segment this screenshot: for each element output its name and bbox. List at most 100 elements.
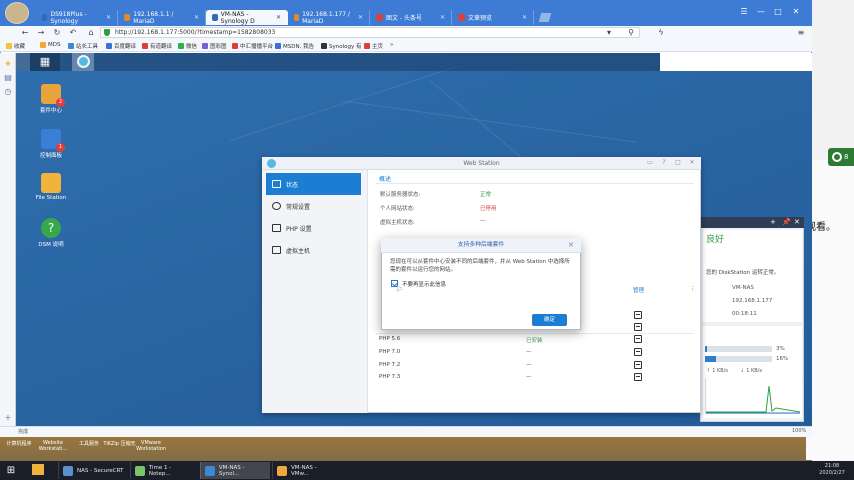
dropdown-icon[interactable]: ▾ (604, 27, 614, 39)
bookmark-more[interactable]: » (390, 42, 393, 48)
notification-badge: 1 (56, 143, 65, 152)
toolbar-menu-icon[interactable]: ≡ (796, 27, 806, 39)
pin-icon[interactable]: 📌 (782, 218, 791, 226)
desktop-shortcut[interactable]: Website Workstati... (36, 440, 70, 452)
synology-icon (42, 14, 48, 21)
tab-mariadb-2[interactable]: 192.168.1.177 / MariaD ✕ (288, 10, 370, 25)
nav-php-settings[interactable]: PHP 设置 (266, 217, 361, 239)
desktop-icon-package-center[interactable]: 2 套件中心 (21, 84, 81, 114)
manage-icon[interactable] (634, 335, 642, 343)
ok-button[interactable]: 确定 (532, 314, 567, 326)
windows-start-icon[interactable]: ⊞ (2, 462, 20, 479)
tab-vm-nas[interactable]: VM-NAS - Synology D ✕ (206, 10, 288, 25)
browser-sidebar (0, 53, 16, 426)
tab-label: 文章预览 (468, 15, 493, 22)
close-window-button[interactable]: ✕ (790, 6, 802, 18)
taskbar-webstation-button[interactable] (72, 53, 94, 71)
tab-toutiao[interactable]: 图文 - 头条号 ✕ (370, 10, 452, 25)
column-menu-icon[interactable]: ⋮ (690, 286, 696, 292)
bookmark-wechat[interactable]: 微信 (178, 42, 197, 50)
home-icon[interactable]: ⌂ (86, 27, 96, 39)
show-desktop-button[interactable] (16, 53, 30, 71)
close-icon[interactable]: ✕ (190, 14, 199, 21)
bookmark-webmaster[interactable]: 站长工具 (68, 42, 98, 50)
back-icon[interactable]: ← (20, 27, 30, 39)
nav-virtual-host[interactable]: 虚拟主机 (266, 239, 361, 261)
bookmark-msdn[interactable]: MSDN, 我告 (275, 42, 314, 50)
forward-icon[interactable]: → (36, 27, 46, 39)
history-icon[interactable]: ◷ (4, 88, 12, 96)
tab-preview[interactable]: 文章预览 ✕ (452, 10, 534, 25)
clock-date: 2020/2/27 (819, 470, 845, 476)
browser-statusbar (0, 426, 812, 437)
desktop-icon-dsm-help[interactable]: ? DSM 说明 (21, 218, 81, 248)
nav-general-settings[interactable]: 常规设置 (266, 195, 361, 217)
health-message: 您的 DiskStation 运转正常。 (706, 270, 780, 276)
add-widget-icon[interactable]: + (770, 218, 776, 226)
divider (376, 183, 694, 184)
maximize-icon[interactable]: □ (674, 159, 682, 167)
manage-icon[interactable] (634, 361, 642, 369)
bookmark-youdao[interactable]: 有道翻译 (142, 42, 172, 50)
gear-icon (272, 202, 281, 210)
minimize-button[interactable]: — (755, 6, 767, 18)
bookmark-images[interactable]: 图彩图 (202, 42, 227, 50)
manage-icon[interactable] (634, 373, 642, 381)
bookmark-favorites[interactable]: 收藏 (6, 42, 25, 50)
network-badge[interactable]: 8 (828, 148, 854, 166)
desktop-shortcut[interactable]: VMware Workstation (134, 440, 168, 452)
code-icon (272, 224, 281, 232)
close-icon[interactable]: ✕ (688, 159, 696, 167)
profile-avatar[interactable] (5, 2, 29, 24)
manage-icon[interactable] (634, 348, 642, 356)
nav-status[interactable]: 状态 (266, 173, 361, 195)
nav-label: PHP 设置 (286, 225, 312, 233)
tab-ds918plus[interactable]: DS918Plus - Synology ✕ (36, 10, 118, 25)
close-icon[interactable]: ✕ (272, 14, 281, 21)
background-page (806, 160, 854, 460)
help-icon[interactable]: ? (660, 159, 668, 167)
close-icon[interactable]: ✕ (518, 14, 527, 21)
maximize-button[interactable]: □ (772, 6, 784, 18)
manage-icon[interactable] (634, 311, 642, 319)
refresh-icon[interactable]: ↻ (52, 27, 62, 39)
close-icon[interactable]: × (566, 240, 576, 250)
task-vm-nas-browser[interactable]: VM-NAS - Synol... (200, 462, 270, 479)
download-series-line (706, 385, 801, 413)
bookmark-broadcast[interactable]: 中汇播播平台 (232, 42, 273, 50)
list-icon[interactable]: ▤ (4, 74, 12, 82)
star-icon[interactable]: ★ (4, 60, 12, 68)
close-icon[interactable]: ✕ (102, 14, 111, 21)
system-clock[interactable]: 21:08 2020/2/27 (812, 463, 852, 477)
bookmark-synology[interactable]: Synology 有 (321, 42, 362, 50)
desktop-icon-file-station[interactable]: File Station (21, 173, 81, 201)
bookmark-mds[interactable]: MDS (40, 42, 60, 48)
desktop-shortcut[interactable]: 计算机程序 (2, 440, 36, 447)
webstation-icon (77, 55, 90, 68)
wechat-icon (178, 43, 184, 49)
desktop-icon-control-panel[interactable]: 1 控制面板 (21, 129, 81, 159)
bookmark-home[interactable]: 主页 (364, 42, 383, 50)
phpmyadmin-icon (294, 14, 300, 21)
close-icon[interactable]: ✕ (794, 218, 800, 226)
main-menu-button[interactable]: ▦ (30, 53, 60, 71)
explorer-icon[interactable] (32, 464, 44, 475)
manage-icon[interactable] (634, 323, 642, 331)
task-securecrt[interactable]: NAS - SecureCRT (58, 462, 128, 479)
bookmark-baidu-translate[interactable]: 百度翻译 (106, 42, 136, 50)
tab-mariadb-1[interactable]: 192.168.1.1 / MariaD ✕ (118, 10, 206, 25)
lightning-icon[interactable]: ϟ (652, 27, 670, 39)
task-vmware[interactable]: VM-NAS - VMw... (272, 462, 340, 479)
menu-icon[interactable]: ☰ (738, 6, 750, 18)
close-icon[interactable]: ✕ (354, 14, 363, 21)
widget-icon[interactable]: ▭ (646, 159, 654, 167)
search-icon[interactable]: ⚲ (626, 27, 636, 39)
securecrt-icon (63, 465, 73, 476)
undo-icon[interactable]: ↶ (68, 27, 78, 39)
add-icon[interactable]: + (4, 414, 12, 422)
close-icon[interactable]: ✕ (436, 14, 445, 21)
clock-time: 21:08 (824, 463, 840, 469)
url-input[interactable]: http://192.168.1.177:5000/?timestamp=158… (100, 27, 640, 38)
zoom-level[interactable]: 100% (792, 428, 806, 434)
task-notepad[interactable]: Time 1 - Notep... (130, 462, 198, 479)
